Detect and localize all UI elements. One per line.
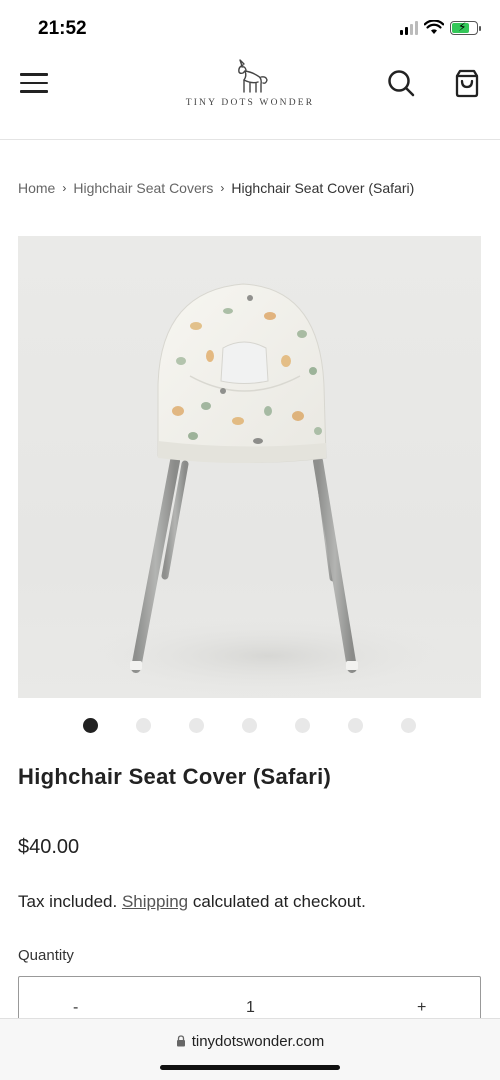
carousel-dot-1[interactable]	[83, 718, 98, 733]
carousel-dot-5[interactable]	[295, 718, 310, 733]
brand-logo[interactable]: TINY DOTS WONDER	[170, 58, 330, 118]
breadcrumb-separator: ›	[62, 181, 67, 195]
cart-button[interactable]	[452, 68, 482, 98]
carousel-dot-6[interactable]	[348, 718, 363, 733]
product-title: Highchair Seat Cover (Safari)	[18, 764, 332, 789]
checkout-note-text: calculated at checkout.	[192, 892, 366, 911]
site-header: TINY DOTS WONDER	[0, 58, 500, 140]
breadcrumb-category[interactable]: Highchair Seat Covers	[73, 180, 213, 196]
browser-address-bar[interactable]: tinydotswonder.com	[0, 1018, 500, 1080]
quantity-increase-button[interactable]: +	[417, 999, 426, 1017]
breadcrumb: Home › Highchair Seat Covers › Highchair…	[18, 180, 414, 196]
home-indicator[interactable]	[160, 1065, 340, 1070]
carousel-dot-7[interactable]	[401, 718, 416, 733]
search-button[interactable]	[386, 68, 416, 98]
cellular-signal-icon	[400, 20, 418, 35]
image-carousel-dots	[0, 717, 500, 733]
quantity-decrease-button[interactable]: -	[73, 999, 78, 1017]
carousel-dot-3[interactable]	[189, 718, 204, 733]
breadcrumb-home[interactable]: Home	[18, 180, 55, 196]
battery-icon: ⚡	[450, 20, 481, 35]
status-icons: ⚡	[400, 20, 481, 35]
url-display[interactable]: tinydotswonder.com	[0, 1033, 500, 1050]
status-time: 21:52	[38, 18, 87, 39]
shipping-link[interactable]: Shipping	[122, 892, 188, 911]
quantity-label: Quantity	[18, 947, 74, 964]
highchair-photo	[78, 283, 458, 696]
carousel-dot-4[interactable]	[242, 718, 257, 733]
quantity-input[interactable]: 1	[246, 999, 255, 1017]
breadcrumb-separator: ›	[220, 181, 225, 195]
product-price: $40.00	[18, 836, 80, 858]
wifi-icon	[424, 20, 444, 34]
product-image[interactable]	[18, 236, 481, 698]
tax-note: Tax included. Shipping calculated at che…	[18, 892, 366, 912]
url-text: tinydotswonder.com	[191, 1033, 325, 1050]
carousel-dot-2[interactable]	[136, 718, 151, 733]
breadcrumb-current: Highchair Seat Cover (Safari)	[231, 180, 415, 196]
tax-included-text: Tax included.	[18, 892, 118, 911]
shopping-bag-icon	[455, 69, 479, 98]
search-icon	[388, 70, 415, 97]
status-bar: 21:52 ⚡	[0, 0, 500, 58]
horse-logo-icon	[238, 59, 268, 93]
menu-button[interactable]	[20, 70, 48, 96]
brand-name: TINY DOTS WONDER	[185, 98, 315, 108]
lock-icon	[176, 1035, 185, 1047]
